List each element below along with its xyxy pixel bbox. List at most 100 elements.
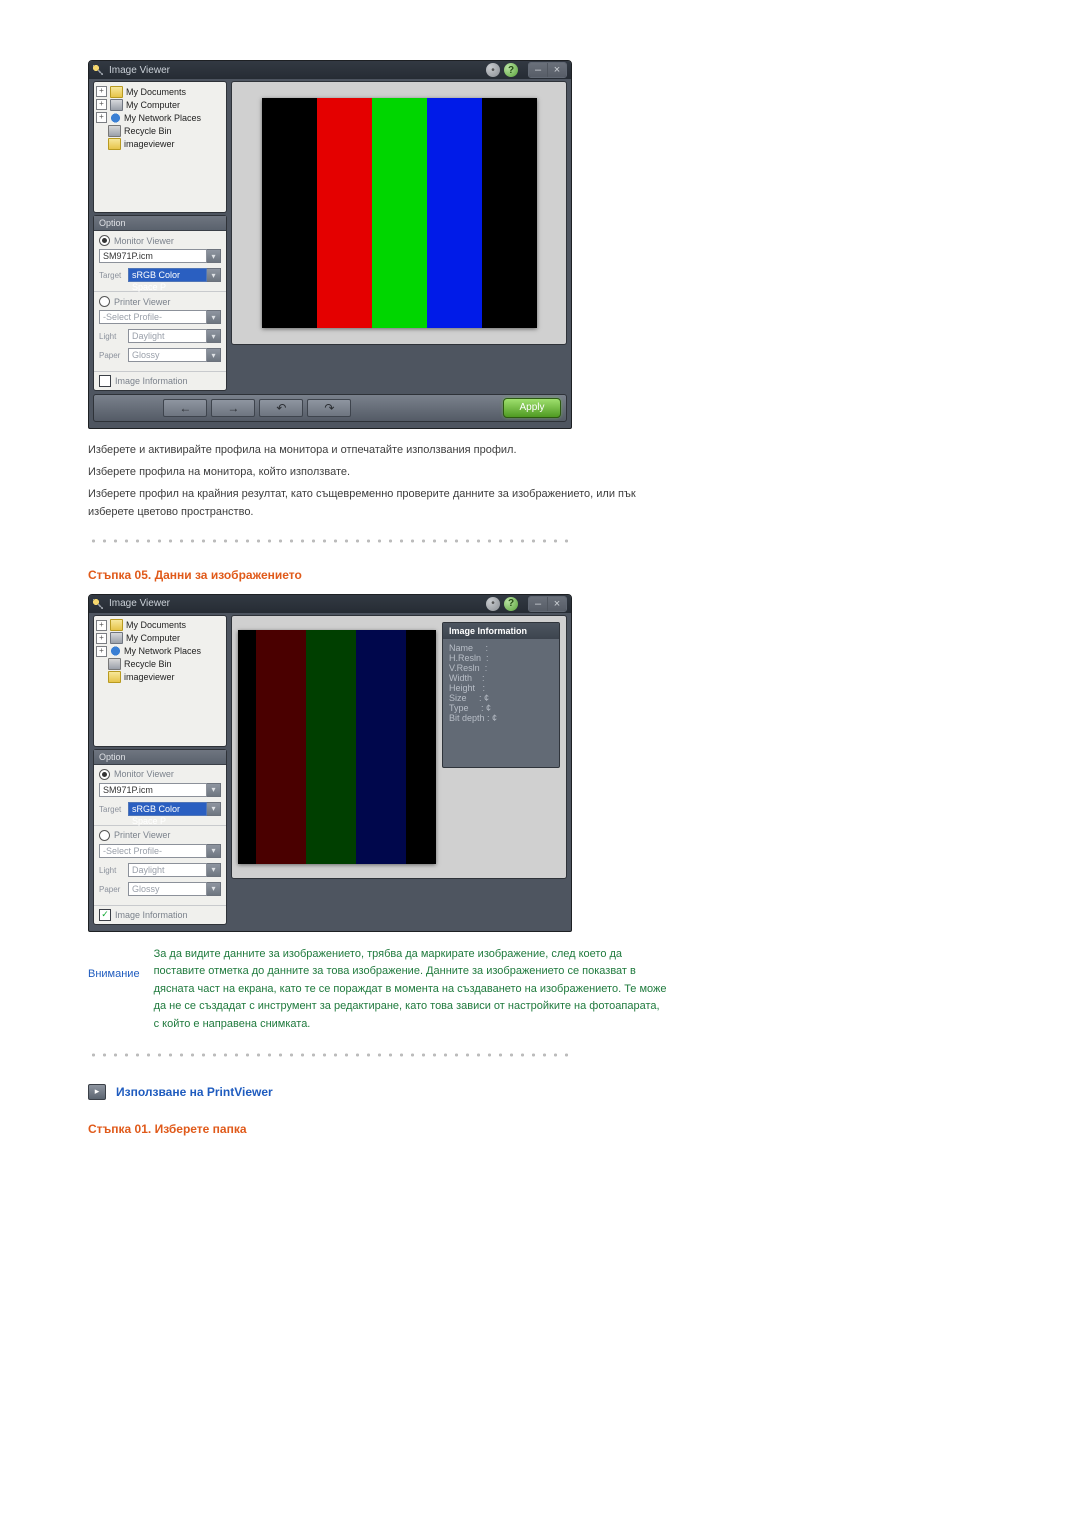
paper-select[interactable]: Glossy ▾ <box>128 348 221 362</box>
rotate-ccw-button[interactable]: ↶ <box>259 399 303 417</box>
section-icon: ▸ <box>88 1084 106 1100</box>
step-01-heading: Стъпка 01. Изберете папка <box>88 1122 1080 1136</box>
target-value[interactable]: sRGB Color Space P <box>128 268 207 282</box>
printer-viewer-radio[interactable]: Printer Viewer <box>99 296 221 307</box>
chevron-down-icon[interactable]: ▾ <box>207 844 221 858</box>
close-button[interactable]: × <box>547 597 566 611</box>
target-select[interactable]: sRGB Color Space P ▾ <box>128 268 221 282</box>
minimize-button[interactable]: – <box>529 597 547 611</box>
expand-icon[interactable]: + <box>96 620 107 631</box>
monitor-profile-select[interactable]: SM971P.icm ▾ <box>99 249 221 263</box>
target-select[interactable]: sRGB Color Space P ▾ <box>128 802 221 816</box>
close-button[interactable]: × <box>547 63 566 77</box>
tree-item[interactable]: My Documents <box>126 87 186 97</box>
monitor-profile-value[interactable]: SM971P.icm <box>99 783 207 797</box>
expand-icon[interactable]: + <box>96 633 107 644</box>
tree-item[interactable]: My Computer <box>126 100 180 110</box>
radio-icon[interactable] <box>99 296 110 307</box>
light-select[interactable]: Daylight ▾ <box>128 329 221 343</box>
section-title: Използване на PrintViewer <box>116 1085 273 1099</box>
info-row: Bit depth : ¢ <box>449 713 553 723</box>
minimize-button[interactable]: – <box>529 63 547 77</box>
printer-profile-value[interactable]: -Select Profile- <box>99 844 207 858</box>
rotate-cw-button[interactable]: ↷ <box>307 399 351 417</box>
radio-icon[interactable] <box>99 235 110 246</box>
tree-item[interactable]: Recycle Bin <box>124 126 172 136</box>
light-value[interactable]: Daylight <box>128 329 207 343</box>
window-titlebar[interactable]: Image Viewer • ? – × <box>89 61 571 79</box>
folder-icon <box>108 671 121 683</box>
app-icon <box>93 599 103 609</box>
info-row: Width : <box>449 673 553 683</box>
image-canvas: Image Information Name : H.Resln : V.Res… <box>231 615 567 879</box>
recycle-bin-icon <box>108 125 121 137</box>
expand-icon[interactable]: + <box>96 112 107 123</box>
body-paragraph: Изберете профил на крайния резултат, кат… <box>88 485 668 521</box>
printer-viewer-radio[interactable]: Printer Viewer <box>99 830 221 841</box>
chevron-down-icon[interactable]: ▾ <box>207 882 221 896</box>
window-controls: – × <box>528 62 567 78</box>
window-titlebar[interactable]: Image Viewer • ? – × <box>89 595 571 613</box>
page-root: Image Viewer • ? – × + My Documents + <box>0 0 1080 1528</box>
window-controls: – × <box>528 596 567 612</box>
tree-item[interactable]: My Documents <box>126 620 186 630</box>
target-value[interactable]: sRGB Color Space P <box>128 802 207 816</box>
info-row: Size : ¢ <box>449 693 553 703</box>
light-select[interactable]: Daylight ▾ <box>128 863 221 877</box>
option-header: Option <box>94 750 226 765</box>
folder-icon <box>108 138 121 150</box>
apply-button[interactable]: Apply <box>503 398 561 418</box>
titlebar-button-settings[interactable]: • <box>486 597 500 611</box>
image-information-toggle[interactable]: Image Information <box>94 371 226 390</box>
paper-value[interactable]: Glossy <box>128 882 207 896</box>
paper-select[interactable]: Glossy ▾ <box>128 882 221 896</box>
chevron-down-icon[interactable]: ▾ <box>207 329 221 343</box>
radio-icon[interactable] <box>99 830 110 841</box>
help-icon[interactable]: ? <box>504 597 518 611</box>
chevron-down-icon[interactable]: ▾ <box>207 802 221 816</box>
checkbox-icon[interactable] <box>99 375 111 387</box>
network-icon <box>110 113 121 123</box>
expand-icon[interactable]: + <box>96 86 107 97</box>
printer-profile-select[interactable]: -Select Profile- ▾ <box>99 310 221 324</box>
radio-icon[interactable] <box>99 769 110 780</box>
option-header: Option <box>94 216 226 231</box>
help-icon[interactable]: ? <box>504 63 518 77</box>
titlebar-button-settings[interactable]: • <box>486 63 500 77</box>
monitor-viewer-radio[interactable]: Monitor Viewer <box>99 769 221 780</box>
folder-tree[interactable]: + My Documents + My Computer + My Networ… <box>93 81 227 213</box>
monitor-profile-select[interactable]: SM971P.icm ▾ <box>99 783 221 797</box>
chevron-down-icon[interactable]: ▾ <box>207 268 221 282</box>
tree-item[interactable]: imageviewer <box>124 672 175 682</box>
printer-profile-select[interactable]: -Select Profile- ▾ <box>99 844 221 858</box>
target-label: Target <box>99 805 125 814</box>
image-information-toggle[interactable]: ✓ Image Information <box>94 905 226 924</box>
paper-value[interactable]: Glossy <box>128 348 207 362</box>
monitor-viewer-radio[interactable]: Monitor Viewer <box>99 235 221 246</box>
tree-item[interactable]: My Network Places <box>124 646 201 656</box>
folder-icon <box>110 619 123 631</box>
tree-item[interactable]: My Computer <box>126 633 180 643</box>
chevron-down-icon[interactable]: ▾ <box>207 249 221 263</box>
computer-icon <box>110 99 123 111</box>
checkbox-icon[interactable]: ✓ <box>99 909 111 921</box>
chevron-down-icon[interactable]: ▾ <box>207 310 221 324</box>
test-pattern-image <box>262 98 537 328</box>
tree-item[interactable]: imageviewer <box>124 139 175 149</box>
folder-tree[interactable]: + My Documents + My Computer + My Networ… <box>93 615 227 747</box>
chevron-down-icon[interactable]: ▾ <box>207 348 221 362</box>
light-value[interactable]: Daylight <box>128 863 207 877</box>
printer-profile-value[interactable]: -Select Profile- <box>99 310 207 324</box>
info-row: H.Resln : <box>449 653 553 663</box>
network-icon <box>110 646 121 656</box>
chevron-down-icon[interactable]: ▾ <box>207 783 221 797</box>
monitor-profile-value[interactable]: SM971P.icm <box>99 249 207 263</box>
next-button[interactable]: → <box>211 399 255 417</box>
tree-item[interactable]: Recycle Bin <box>124 659 172 669</box>
tree-item[interactable]: My Network Places <box>124 113 201 123</box>
prev-button[interactable]: ← <box>163 399 207 417</box>
paper-label: Paper <box>99 351 125 360</box>
expand-icon[interactable]: + <box>96 646 107 657</box>
chevron-down-icon[interactable]: ▾ <box>207 863 221 877</box>
expand-icon[interactable]: + <box>96 99 107 110</box>
